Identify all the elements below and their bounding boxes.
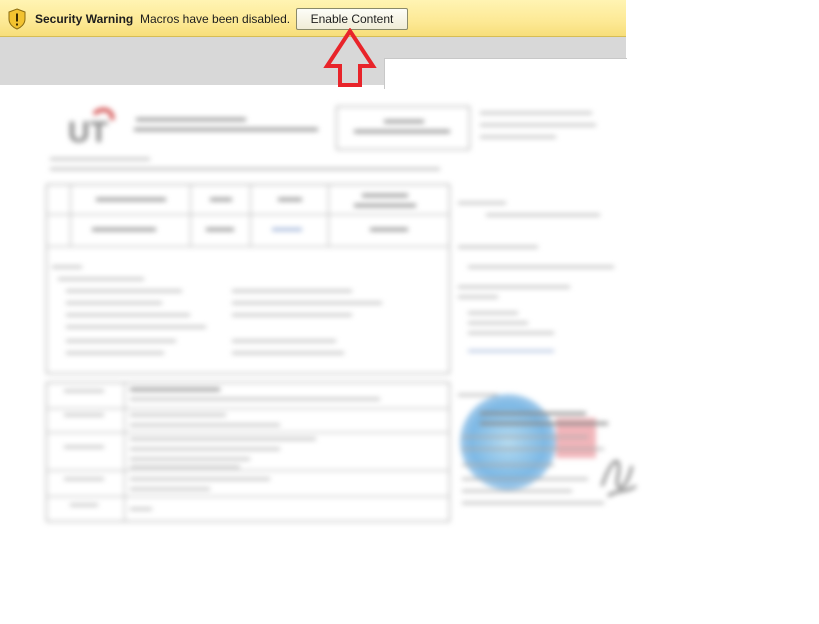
document-sheet-edge	[384, 58, 627, 89]
security-warning-message: Macros have been disabled.	[140, 12, 291, 26]
security-warning-title: Security Warning	[35, 12, 134, 26]
signature	[601, 460, 637, 497]
blurred-document-image: UT	[44, 100, 637, 540]
company-stamp	[460, 394, 556, 490]
shield-warning-icon	[8, 8, 26, 30]
security-warning-bar: Security Warning Macros have been disabl…	[0, 0, 626, 37]
svg-text:UT: UT	[68, 116, 108, 146]
enable-content-button[interactable]: Enable Content	[296, 8, 408, 30]
screen: Security Warning Macros have been disabl…	[0, 0, 819, 624]
company-logo: UT	[68, 107, 115, 146]
red-arrow-icon	[323, 28, 377, 87]
